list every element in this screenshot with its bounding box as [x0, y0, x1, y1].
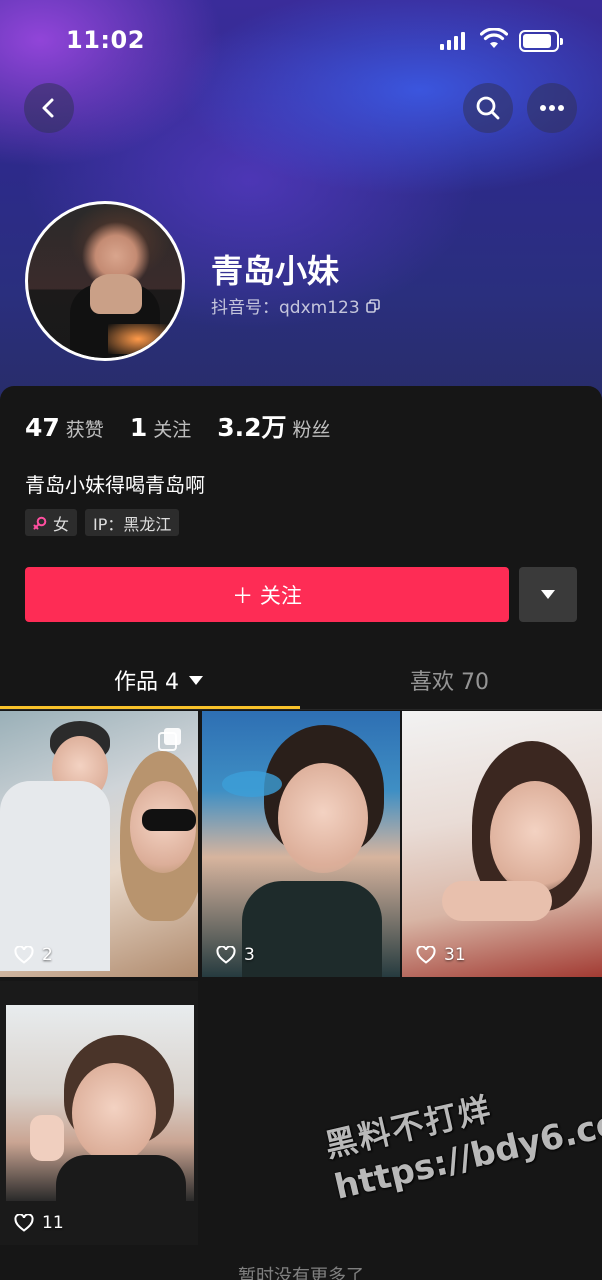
chevron-left-icon: [42, 98, 54, 118]
triangle-down-icon: [541, 590, 555, 599]
gender-tag: 女: [25, 509, 78, 536]
heart-icon: [416, 946, 436, 964]
search-icon: [476, 96, 500, 120]
search-button[interactable]: [463, 83, 513, 133]
likes-label: 获赞: [65, 419, 104, 441]
battery-icon: [519, 30, 563, 52]
profile-tags: 女 IP：黑龙江: [25, 509, 180, 536]
ip-label: IP：黑龙江: [93, 514, 172, 534]
bio: 青岛小妹得喝青岛啊: [25, 473, 205, 497]
no-more-text: 暂时没有更多了: [238, 1266, 364, 1280]
like-count-value: 2: [42, 945, 53, 965]
tab-works-label: 作品 4: [114, 670, 179, 695]
like-count: 31: [416, 945, 466, 965]
status-bar: 11:02: [0, 22, 602, 62]
signal-icon: [440, 32, 466, 50]
tab-works[interactable]: 作品 4: [114, 664, 203, 696]
female-icon: [33, 516, 47, 529]
gender-label: 女: [53, 514, 70, 534]
avatar[interactable]: [25, 201, 185, 361]
like-count: 3: [216, 945, 255, 965]
tab-likes[interactable]: 喜欢 70: [410, 664, 489, 696]
like-count: 11: [14, 1213, 64, 1233]
follow-label: ＋ 关注: [232, 583, 302, 608]
like-count-value: 3: [244, 945, 255, 965]
heart-icon: [14, 946, 34, 964]
like-count-value: 11: [42, 1213, 64, 1233]
heart-icon: [14, 1214, 34, 1232]
profile-name: 青岛小妹: [211, 252, 340, 290]
followers-label[interactable]: 粉丝: [293, 415, 331, 442]
video-thumbnail[interactable]: 31: [402, 711, 602, 977]
copy-icon[interactable]: [365, 298, 380, 313]
back-button[interactable]: [24, 83, 74, 133]
stats-row: 47 获赞 1 关注 3.2万 粉丝: [25, 408, 357, 444]
multi-image-icon: [158, 728, 181, 751]
douyin-id-text: 抖音号：qdxm123: [211, 298, 360, 318]
more-options-button[interactable]: [527, 83, 577, 133]
like-count-value: 31: [444, 945, 466, 965]
following-count[interactable]: 1: [130, 413, 147, 442]
tab-divider: [0, 709, 602, 710]
like-count: 2: [14, 945, 53, 965]
followers-count[interactable]: 3.2万: [217, 408, 286, 444]
tab-likes-label: 喜欢 70: [410, 670, 489, 695]
recommend-dropdown-button[interactable]: [519, 567, 577, 622]
video-thumbnail[interactable]: 2: [0, 711, 198, 977]
likes-count: 47: [25, 413, 60, 442]
video-thumbnail[interactable]: 3: [202, 711, 400, 977]
heart-icon: [216, 946, 236, 964]
follow-button[interactable]: ＋ 关注: [25, 567, 509, 622]
ellipsis-icon: [540, 105, 564, 111]
douyin-id[interactable]: 抖音号：qdxm123: [211, 293, 380, 318]
wifi-icon: [480, 28, 508, 48]
following-label[interactable]: 关注: [153, 415, 191, 442]
ip-tag: IP：黑龙江: [85, 509, 180, 536]
status-time: 11:02: [66, 26, 145, 54]
caret-down-icon: [189, 675, 203, 685]
video-thumbnail[interactable]: 11: [0, 981, 198, 1245]
